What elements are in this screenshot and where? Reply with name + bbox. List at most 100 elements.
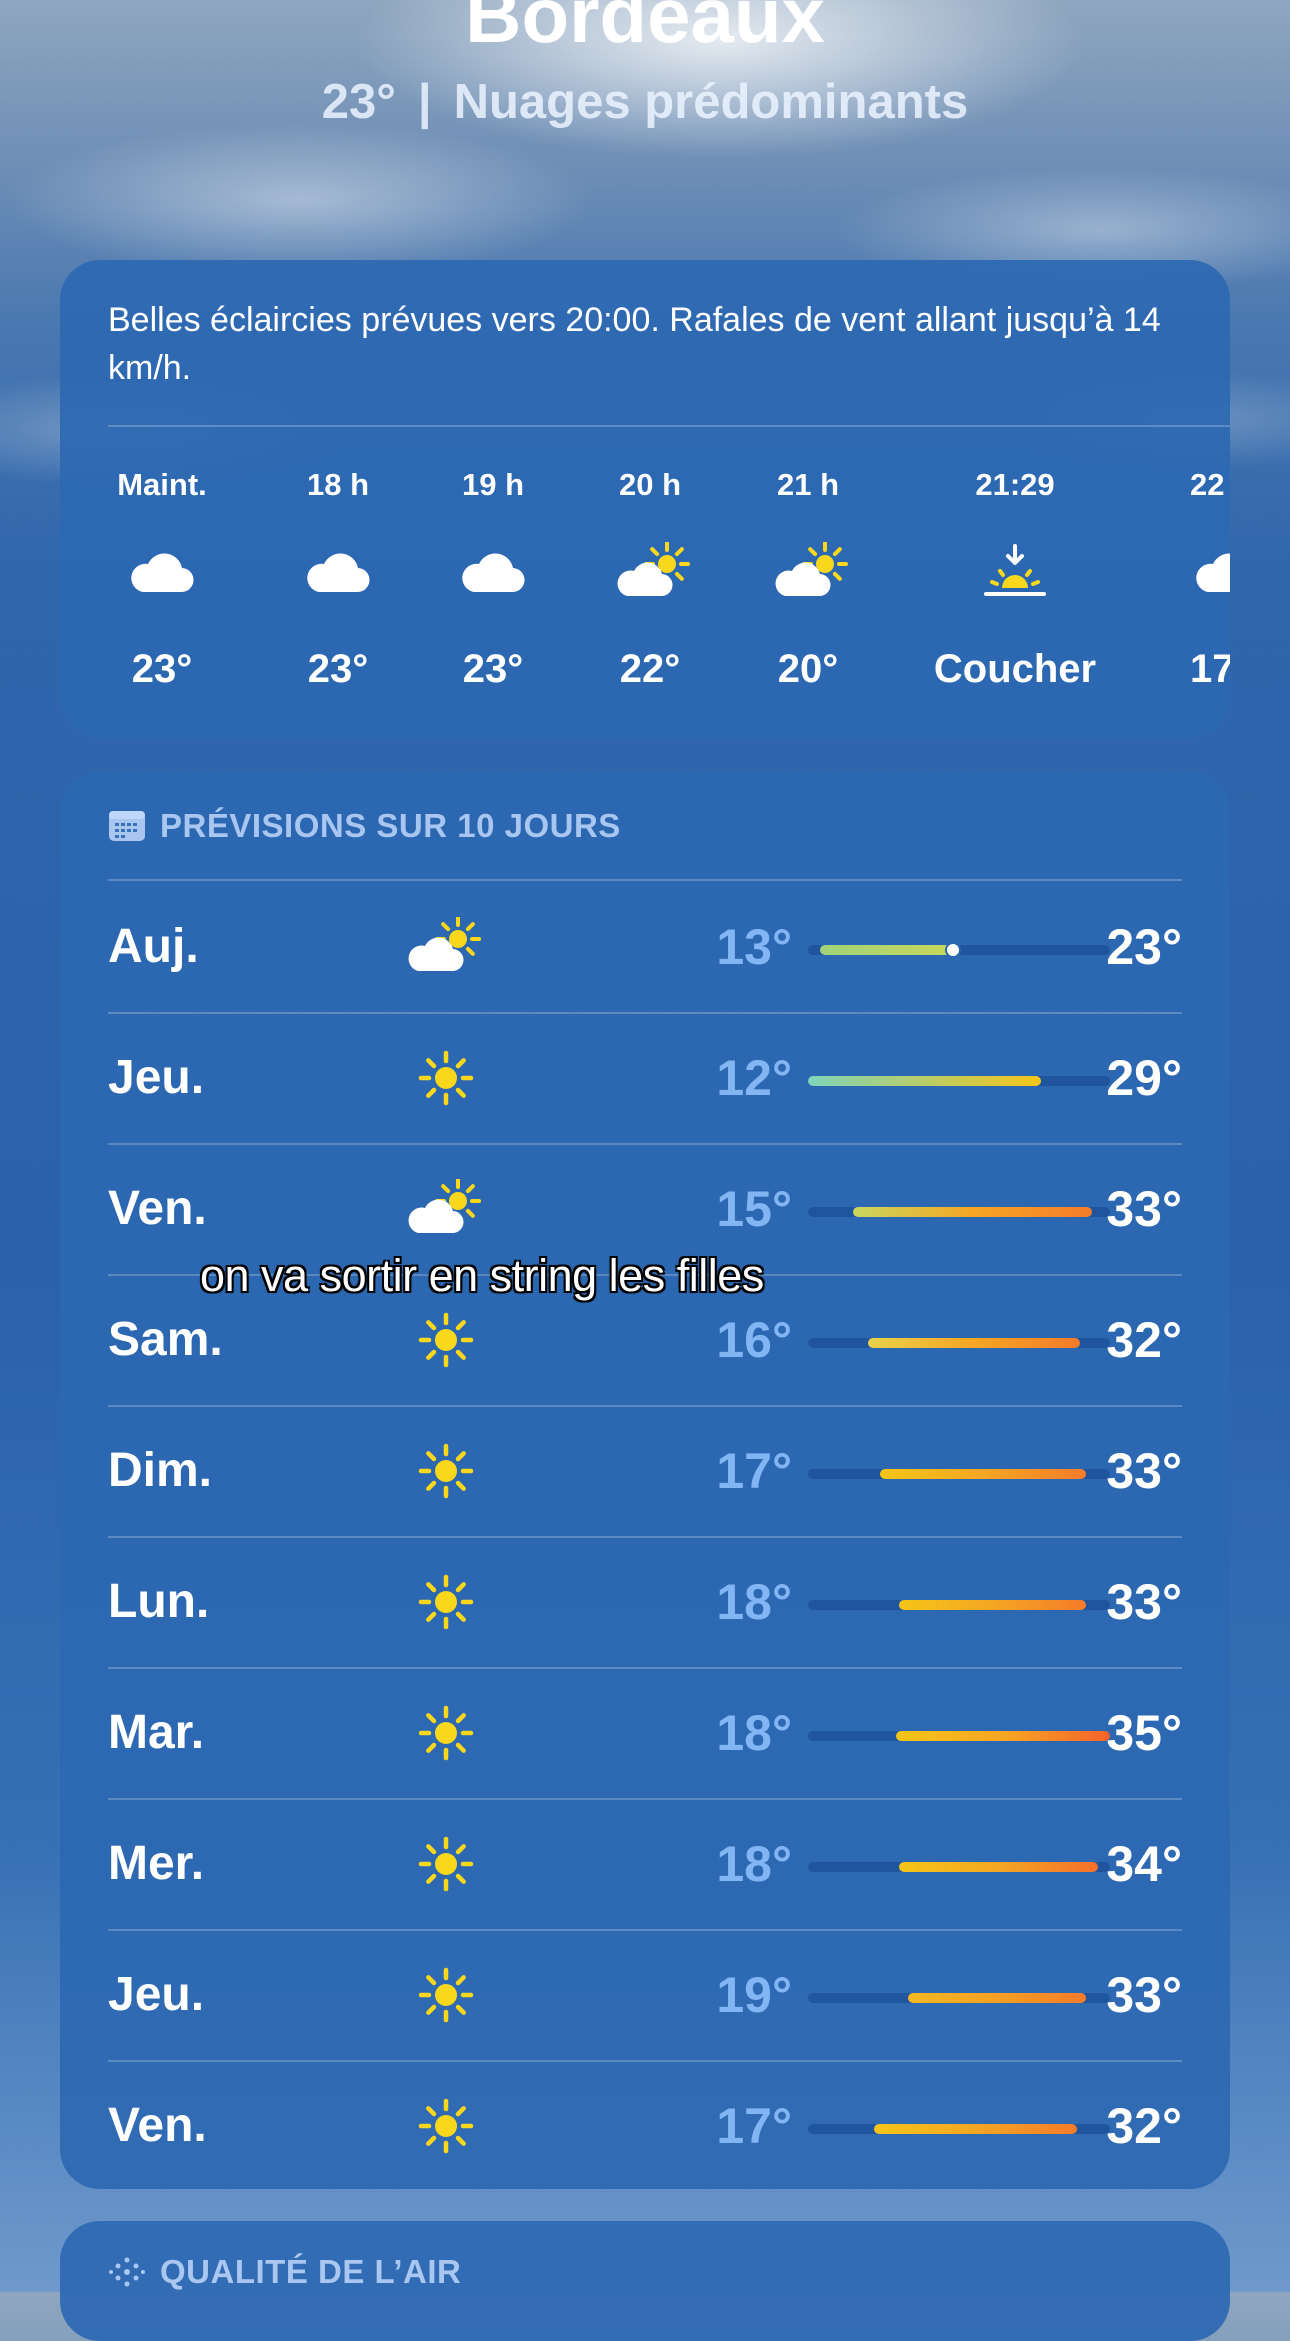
- hour-temp: 23°: [131, 647, 193, 691]
- divider: [108, 1143, 1182, 1145]
- hour-temp: 20°: [777, 647, 839, 691]
- hour-item[interactable]: 19 h 23°: [413, 460, 573, 730]
- divider: [108, 1798, 1182, 1800]
- hour-item[interactable]: 21 h 20°: [728, 460, 888, 730]
- temperature-range-track: [808, 1207, 1110, 1217]
- forecast-day-row[interactable]: Mer. 18° 34°: [108, 1798, 1182, 1928]
- high-temp: 32°: [1106, 2098, 1182, 2154]
- forecast-day-row[interactable]: Auj. 13° 23°: [108, 881, 1182, 1011]
- partly-sunny-icon: [404, 1178, 488, 1239]
- forecast-day-row[interactable]: Jeu. 12° 29°: [108, 1012, 1182, 1142]
- temperature-range-track: [808, 1862, 1110, 1872]
- high-temp: 33°: [1106, 1181, 1182, 1237]
- sun-icon: [404, 1703, 488, 1763]
- temperature-range-bar: [808, 1076, 1041, 1086]
- temperature-range-track: [808, 1469, 1110, 1479]
- high-temp: 23°: [1106, 919, 1182, 975]
- temperature-range-track: [808, 1076, 1110, 1086]
- hour-temp: 22°: [619, 647, 681, 691]
- temperature-range-track: [808, 942, 1110, 958]
- low-temp: 18°: [716, 1836, 792, 1892]
- hour-temp: 17: [1190, 647, 1230, 691]
- high-temp: 32°: [1106, 1312, 1182, 1368]
- section-title: QUALITÉ DE L’AIR: [160, 2253, 462, 2290]
- temperature-range-bar: [874, 2124, 1077, 2134]
- hour-time: 22: [1190, 467, 1225, 502]
- hour-time: Maint.: [117, 467, 207, 502]
- forecast-day-row[interactable]: Jeu. 19° 33°: [108, 1929, 1182, 2059]
- hour-time: 20 h: [618, 467, 682, 502]
- high-temp: 29°: [1106, 1050, 1182, 1106]
- temperature-range-track: [808, 1993, 1110, 2003]
- partly-sunny-icon: [613, 541, 690, 606]
- forecast-day-row[interactable]: Ven. 17° 32°: [108, 2060, 1182, 2189]
- day-name: Sam.: [108, 1313, 223, 1366]
- low-temp: 18°: [716, 1574, 792, 1630]
- temperature-range-track: [808, 1731, 1110, 1741]
- hour-item[interactable]: Maint. 23°: [82, 460, 242, 730]
- hour-item[interactable]: 21:29 Coucher: [915, 460, 1115, 730]
- temperature-range-bar: [898, 1600, 1086, 1610]
- video-caption: on va sortir en string les filles: [200, 1250, 764, 1301]
- temperature-range-bar: [820, 945, 953, 955]
- temperature-range-bar: [907, 1993, 1086, 2003]
- forecast-day-row[interactable]: Mar. 18° 35°: [108, 1667, 1182, 1797]
- hourly-forecast-card[interactable]: Belles éclaircies prévues vers 20:00. Ra…: [60, 260, 1230, 738]
- low-temp: 18°: [716, 1705, 792, 1761]
- sun-icon: [404, 1965, 488, 2025]
- temperature-range-track: [808, 1600, 1110, 1610]
- current-conditions: 23° | Nuages prédominants: [0, 72, 1290, 132]
- sun-icon: [404, 2096, 488, 2156]
- air-quality-card[interactable]: QUALITÉ DE L’AIR: [60, 2221, 1230, 2341]
- air-quality-icon: [109, 2257, 145, 2287]
- partly-sunny-icon: [404, 916, 488, 977]
- low-temp: 16°: [716, 1312, 792, 1368]
- forecast-day-row[interactable]: Dim. 17° 33°: [108, 1405, 1182, 1535]
- temperature-range-bar: [853, 1207, 1092, 1217]
- high-temp: 35°: [1106, 1705, 1182, 1761]
- day-name: Auj.: [108, 920, 199, 973]
- hour-item[interactable]: 18 h 23°: [258, 460, 418, 730]
- hour-temp: 23°: [462, 647, 524, 691]
- low-temp: 15°: [716, 1181, 792, 1237]
- day-name: Ven.: [108, 2099, 207, 2152]
- cloud-icon: [301, 542, 375, 606]
- partly-sunny-icon: [771, 541, 848, 606]
- section-title: PRÉVISIONS SUR 10 JOURS: [160, 807, 621, 844]
- temperature-range-track: [808, 2124, 1110, 2134]
- high-temp: 33°: [1106, 1967, 1182, 2023]
- hour-time: 21:29: [975, 467, 1055, 502]
- cloud-icon: [1190, 542, 1230, 606]
- sun-icon: [404, 1834, 488, 1894]
- divider: [108, 1929, 1182, 1931]
- day-name: Mer.: [108, 1837, 205, 1890]
- current-temperature: 23°: [321, 75, 396, 129]
- condition-text: Nuages prédominants: [453, 75, 969, 129]
- temperature-range-bar: [868, 1338, 1080, 1348]
- forecast-day-row[interactable]: Lun. 18° 33°: [108, 1536, 1182, 1666]
- day-name: Mar.: [108, 1706, 205, 1759]
- high-temp: 33°: [1106, 1443, 1182, 1499]
- sun-icon: [404, 1310, 488, 1370]
- day-name: Jeu.: [108, 1051, 205, 1104]
- sunset-icon: [978, 542, 1052, 606]
- divider: [108, 425, 1230, 427]
- cloud-icon: [125, 542, 199, 606]
- low-temp: 17°: [716, 1443, 792, 1499]
- hour-time: 19 h: [461, 467, 525, 502]
- temperature-range-track: [808, 1338, 1110, 1348]
- section-header: QUALITÉ DE L’AIR: [108, 2247, 461, 2297]
- divider: [108, 2060, 1182, 2062]
- divider: [108, 1667, 1182, 1669]
- temperature-range-bar: [895, 1731, 1110, 1741]
- divider: [108, 1536, 1182, 1538]
- divider: [108, 1405, 1182, 1407]
- hour-item[interactable]: 20 h 22°: [570, 460, 730, 730]
- ten-day-forecast-card[interactable]: PRÉVISIONS SUR 10 JOURS Auj. 13° 23° Jeu. 12…: [60, 771, 1230, 2189]
- day-name: Lun.: [108, 1575, 210, 1628]
- hour-item[interactable]: 22 17: [1190, 460, 1230, 730]
- hourly-summary: Belles éclaircies prévues vers 20:00. Ra…: [108, 301, 1161, 387]
- sun-icon: [404, 1441, 488, 1501]
- current-temperature-dot: [944, 942, 961, 958]
- calendar-icon: [109, 811, 145, 841]
